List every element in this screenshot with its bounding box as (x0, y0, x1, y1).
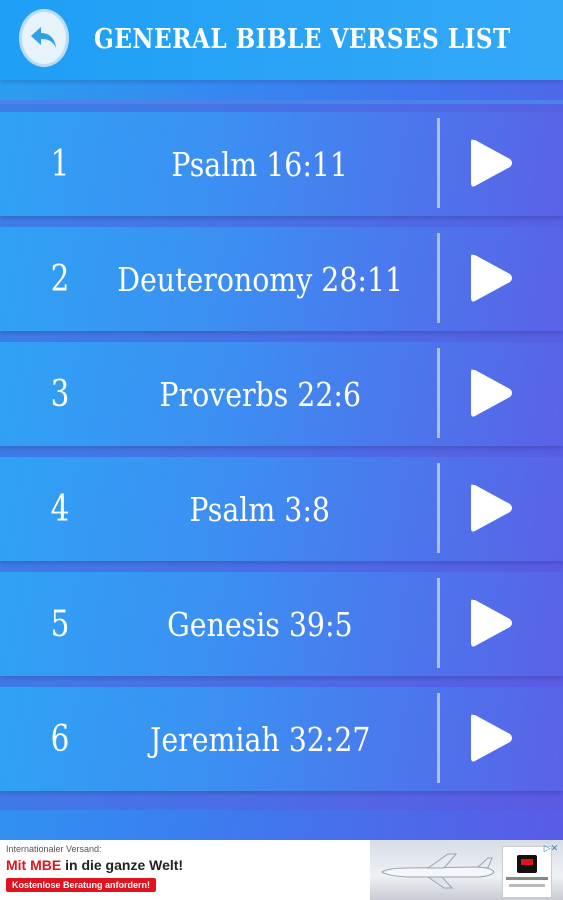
page-title: GENERAL BIBLE VERSES LIST (94, 24, 511, 55)
verse-reference: Genesis 39:5 (167, 604, 353, 644)
divider (437, 118, 440, 208)
ad-banner[interactable]: Internationaler Versand: Mit MBE in die … (0, 840, 563, 900)
verse-row[interactable]: 6 Jeremiah 32:27 (0, 687, 563, 791)
verse-reference: Deuteronomy 28:11 (117, 259, 403, 299)
verse-list: 1 Psalm 16:11 2 Deuteronomy 28:11 3 Prov… (0, 100, 563, 810)
play-icon[interactable] (465, 364, 515, 422)
verse-number: 2 (50, 258, 70, 300)
play-icon[interactable] (465, 134, 515, 192)
airplane-icon (381, 853, 495, 889)
back-button[interactable] (19, 9, 69, 67)
verse-row[interactable]: 3 Proverbs 22:6 (0, 342, 563, 446)
play-icon[interactable] (465, 594, 515, 652)
back-arrow-icon (31, 27, 56, 48)
app-header: GENERAL BIBLE VERSES LIST (0, 0, 563, 80)
verse-number: 5 (50, 603, 70, 645)
verse-number: 1 (50, 143, 70, 185)
divider (437, 348, 440, 438)
divider (437, 233, 440, 323)
verse-row[interactable]: 5 Genesis 39:5 (0, 572, 563, 676)
play-icon[interactable] (465, 249, 515, 307)
verse-reference: Psalm 3:8 (189, 489, 331, 529)
verse-row[interactable]: 2 Deuteronomy 28:11 (0, 227, 563, 331)
ad-headline: Mit MBE in die ganze Welt! (6, 857, 184, 873)
play-icon[interactable] (465, 479, 515, 537)
ad-subheading: Internationaler Versand: (6, 844, 102, 854)
ad-cta-button[interactable]: Kostenlose Beratung anfordern! (6, 878, 157, 892)
divider (437, 463, 440, 553)
ad-image (370, 840, 563, 900)
verse-row[interactable]: 4 Psalm 3:8 (0, 457, 563, 561)
verse-number: 3 (50, 373, 70, 415)
play-icon[interactable] (465, 709, 515, 767)
verse-row[interactable]: 1 Psalm 16:11 (0, 112, 563, 216)
verse-number: 6 (50, 718, 70, 760)
verse-number: 4 (50, 488, 70, 530)
verse-reference: Jeremiah 32:27 (149, 719, 371, 759)
verse-reference: Proverbs 22:6 (159, 374, 361, 414)
mbe-logo (502, 846, 552, 898)
ad-choices-icon[interactable]: ▷✕ (543, 843, 559, 853)
divider (437, 693, 440, 783)
verse-reference: Psalm 16:11 (171, 144, 349, 184)
divider (437, 578, 440, 668)
